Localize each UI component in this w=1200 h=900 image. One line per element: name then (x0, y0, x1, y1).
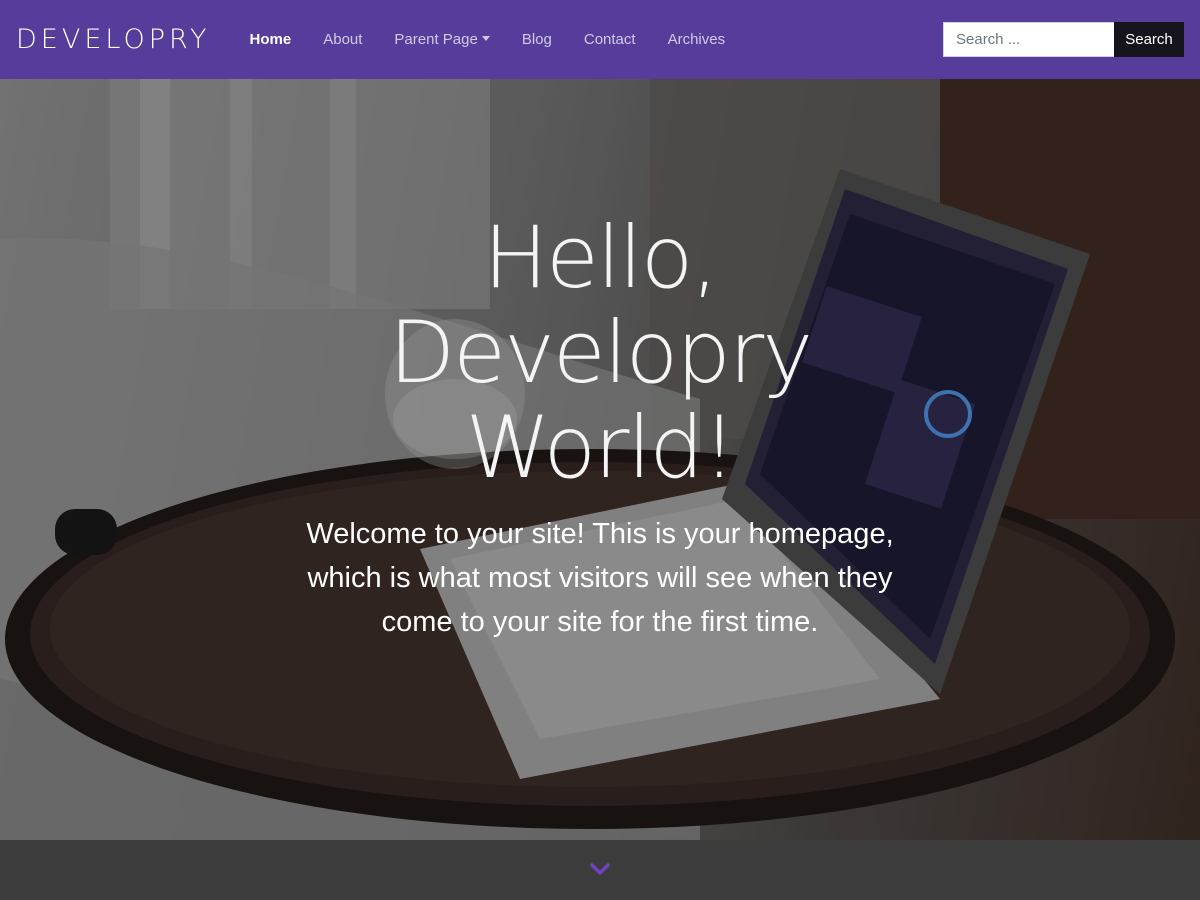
top-navbar: DEVELOPRY Home About Parent Page Blog Co… (0, 0, 1200, 79)
nav-link-parent-page-label: Parent Page (394, 31, 478, 48)
chevron-down-icon[interactable] (590, 862, 610, 876)
caret-down-icon (481, 36, 490, 41)
nav-link-archives[interactable]: Archives (652, 0, 742, 79)
hero-content: Hello, Developry World! Welcome to your … (0, 79, 1200, 840)
hero-title: Hello, Developry World! (388, 208, 813, 498)
nav-link-blog[interactable]: Blog (506, 0, 568, 79)
nav-link-parent-page[interactable]: Parent Page (378, 0, 505, 79)
search-input[interactable] (943, 22, 1114, 57)
search-form: Search (943, 22, 1184, 57)
nav-link-home[interactable]: Home (234, 0, 308, 79)
hero-text: Welcome to your site! This is your homep… (306, 518, 894, 638)
hero-section: Hello, Developry World! Welcome to your … (0, 79, 1200, 840)
nav-link-contact[interactable]: Contact (568, 0, 652, 79)
search-button[interactable]: Search (1114, 22, 1184, 57)
nav-link-about[interactable]: About (307, 0, 378, 79)
site-brand[interactable]: DEVELOPRY (16, 24, 211, 55)
main-menu: Home About Parent Page Blog Contact Arch… (234, 0, 742, 79)
